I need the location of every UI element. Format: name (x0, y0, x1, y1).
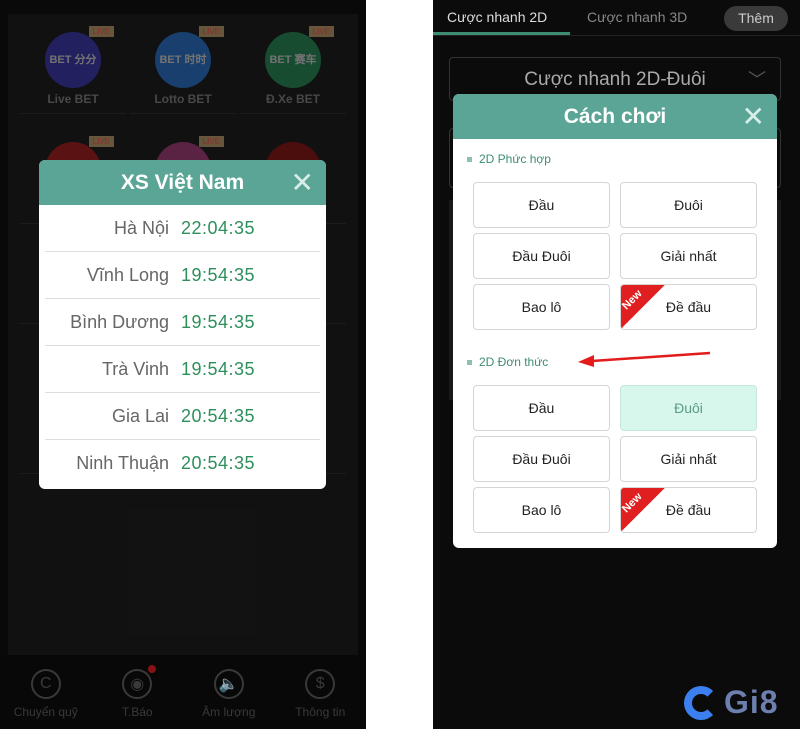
annotation-arrow (578, 351, 711, 367)
gi8-watermark-logo: Gi8 (684, 684, 779, 721)
logo-g-icon (684, 685, 718, 720)
